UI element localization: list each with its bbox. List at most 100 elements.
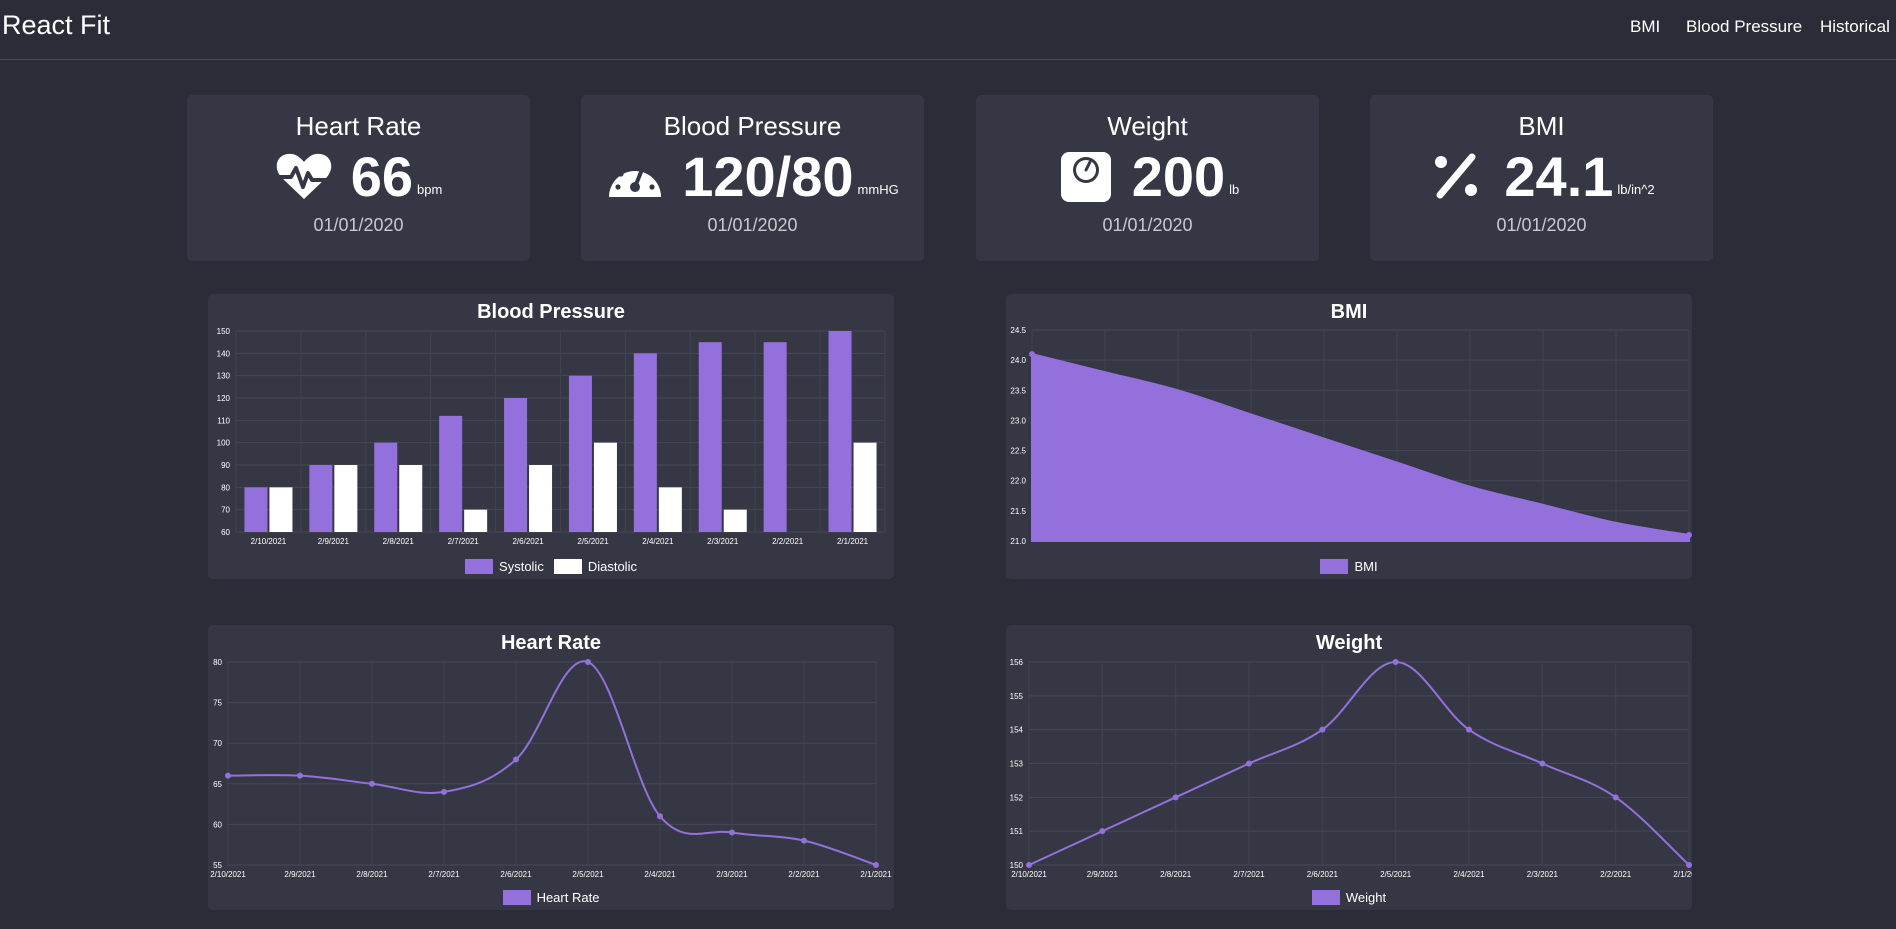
x-tick-label: 2/2/2021	[788, 870, 820, 879]
y-tick-label: 75	[213, 699, 222, 708]
blood-pressure-chart: 60 70 80 90 100 110 120 130 140 150 2/10/2021 2/9/2…	[217, 327, 886, 546]
y-tick-label: 110	[217, 416, 230, 425]
data-point	[1612, 794, 1619, 801]
x-tick-label: 2/10/2021	[210, 870, 246, 879]
systolic-bar	[763, 342, 787, 532]
y-tick-label: 21.0	[1010, 537, 1026, 546]
legend-swatch	[1311, 890, 1340, 905]
y-tick-label: 60	[221, 528, 230, 537]
x-tick-label: 2/4/2021	[1453, 870, 1485, 879]
systolic-bar	[698, 342, 722, 532]
data-point	[1246, 760, 1252, 767]
data-point	[1099, 828, 1106, 835]
data-point	[729, 829, 735, 836]
x-tick-label: 2/9/2021	[284, 870, 316, 879]
legend-diastolic[interactable]: Diastolic	[553, 559, 637, 574]
legend-bmi[interactable]: BMI	[1320, 559, 1378, 574]
x-tick-label: 2/8/2021	[356, 870, 388, 879]
diastolic-bar	[399, 465, 423, 532]
x-tick-label: 2/7/2021	[1233, 870, 1265, 879]
weight-scale-icon	[1060, 152, 1111, 202]
diastolic-bar	[723, 509, 747, 532]
diastolic-bar	[658, 487, 682, 532]
legend-swatch	[1320, 559, 1349, 574]
y-tick-label: 100	[217, 439, 231, 448]
data-point	[1172, 794, 1179, 801]
bmi-card: BMI 24.1 lb/in^2 01/01/2020	[1370, 95, 1713, 261]
bmi-date: 01/01/2020	[1496, 215, 1587, 235]
systolic-bar	[244, 487, 268, 532]
diastolic-bar	[269, 487, 293, 532]
gauge-icon	[609, 163, 662, 197]
card-title: BMI	[1518, 111, 1565, 141]
brand-logo[interactable]: React Fit	[2, 10, 110, 41]
data-point	[873, 862, 879, 868]
chart-title: Heart Rate	[500, 632, 602, 654]
nav-link-blood-pressure[interactable]: Blood Pressure	[1686, 17, 1802, 37]
y-tick-label: 80	[213, 658, 222, 667]
legend-systolic[interactable]: Systolic	[465, 559, 544, 574]
blood-pressure-card: Blood Pressure 120/80 mmHG 01/01/2020	[581, 95, 924, 261]
x-tick-label: 2/2/2021	[1600, 870, 1632, 879]
chart-legend: Weight	[1006, 890, 1692, 905]
data-point	[1686, 862, 1692, 868]
legend-swatch	[465, 559, 494, 574]
bmi-area	[1031, 352, 1690, 542]
nav-link-bmi[interactable]: BMI	[1630, 17, 1660, 37]
legend-swatch	[502, 890, 531, 905]
x-tick-label: 2/2/2021	[772, 537, 804, 546]
blood-pressure-unit: mmHG	[857, 182, 899, 197]
x-tick-label: 2/7/2021	[428, 870, 460, 879]
y-tick-label: 23.0	[1010, 416, 1026, 425]
weight-card: Weight 200 lb 01/01/2020	[976, 95, 1319, 261]
systolic-bar	[568, 375, 592, 532]
legend-label: Diastolic	[587, 559, 637, 574]
data-point	[1392, 659, 1399, 665]
data-point	[657, 813, 663, 820]
x-tick-label: 2/10/2021	[251, 537, 287, 546]
systolic-bar	[309, 465, 333, 532]
y-tick-label: 60	[213, 820, 222, 829]
bmi-chart: 21.0 21.5 22.0 22.5 23.0 23.5 24.0 24.5	[1010, 326, 1692, 546]
nav-link-historical[interactable]: Historical	[1820, 17, 1890, 37]
systolic-bar	[504, 398, 528, 532]
y-tick-label: 24.5	[1010, 326, 1026, 335]
data-point	[1026, 862, 1032, 868]
y-tick-label: 154	[1010, 726, 1024, 735]
data-point	[1539, 760, 1546, 767]
chart-legend: Heart Rate	[208, 890, 894, 905]
y-tick-label: 153	[1010, 760, 1024, 769]
x-tick-label: 2/1/2021	[1673, 870, 1692, 879]
x-tick-label: 2/3/2021	[1527, 870, 1559, 879]
x-tick-label: 2/4/2021	[644, 870, 676, 879]
blood-pressure-value: 120/80	[682, 145, 854, 208]
weight-date: 01/01/2020	[1102, 215, 1193, 235]
y-tick-label: 90	[221, 461, 230, 470]
card-title: Heart Rate	[295, 111, 422, 141]
chart-title: BMI	[1330, 301, 1368, 323]
weight-value: 200	[1131, 145, 1226, 208]
legend-heart-rate[interactable]: Heart Rate	[502, 890, 599, 905]
x-tick-label: 2/6/2021	[1307, 870, 1339, 879]
y-tick-label: 155	[1010, 692, 1024, 701]
x-tick-label: 2/5/2021	[1380, 870, 1412, 879]
legend-label: Systolic	[499, 559, 544, 574]
y-tick-label: 23.5	[1010, 386, 1026, 395]
weight-unit: lb	[1229, 182, 1240, 197]
x-tick-label: 2/10/2021	[1011, 870, 1047, 879]
y-tick-label: 70	[213, 739, 222, 748]
data-point	[1029, 351, 1035, 358]
series-line	[227, 660, 877, 866]
y-tick-label: 22.0	[1010, 477, 1026, 486]
data-point	[585, 659, 591, 665]
x-tick-label: 2/9/2021	[318, 537, 350, 546]
legend-weight[interactable]: Weight	[1311, 890, 1387, 905]
legend-label: Weight	[1345, 890, 1387, 905]
diastolic-bar	[464, 509, 488, 532]
heart-rate-unit: bpm	[417, 182, 443, 197]
bmi-value: 24.1	[1504, 145, 1614, 208]
x-tick-label: 2/1/2021	[860, 870, 892, 879]
bmi-unit: lb/in^2	[1617, 182, 1655, 197]
x-tick-label: 2/6/2021	[512, 537, 544, 546]
y-tick-label: 156	[1010, 658, 1024, 667]
